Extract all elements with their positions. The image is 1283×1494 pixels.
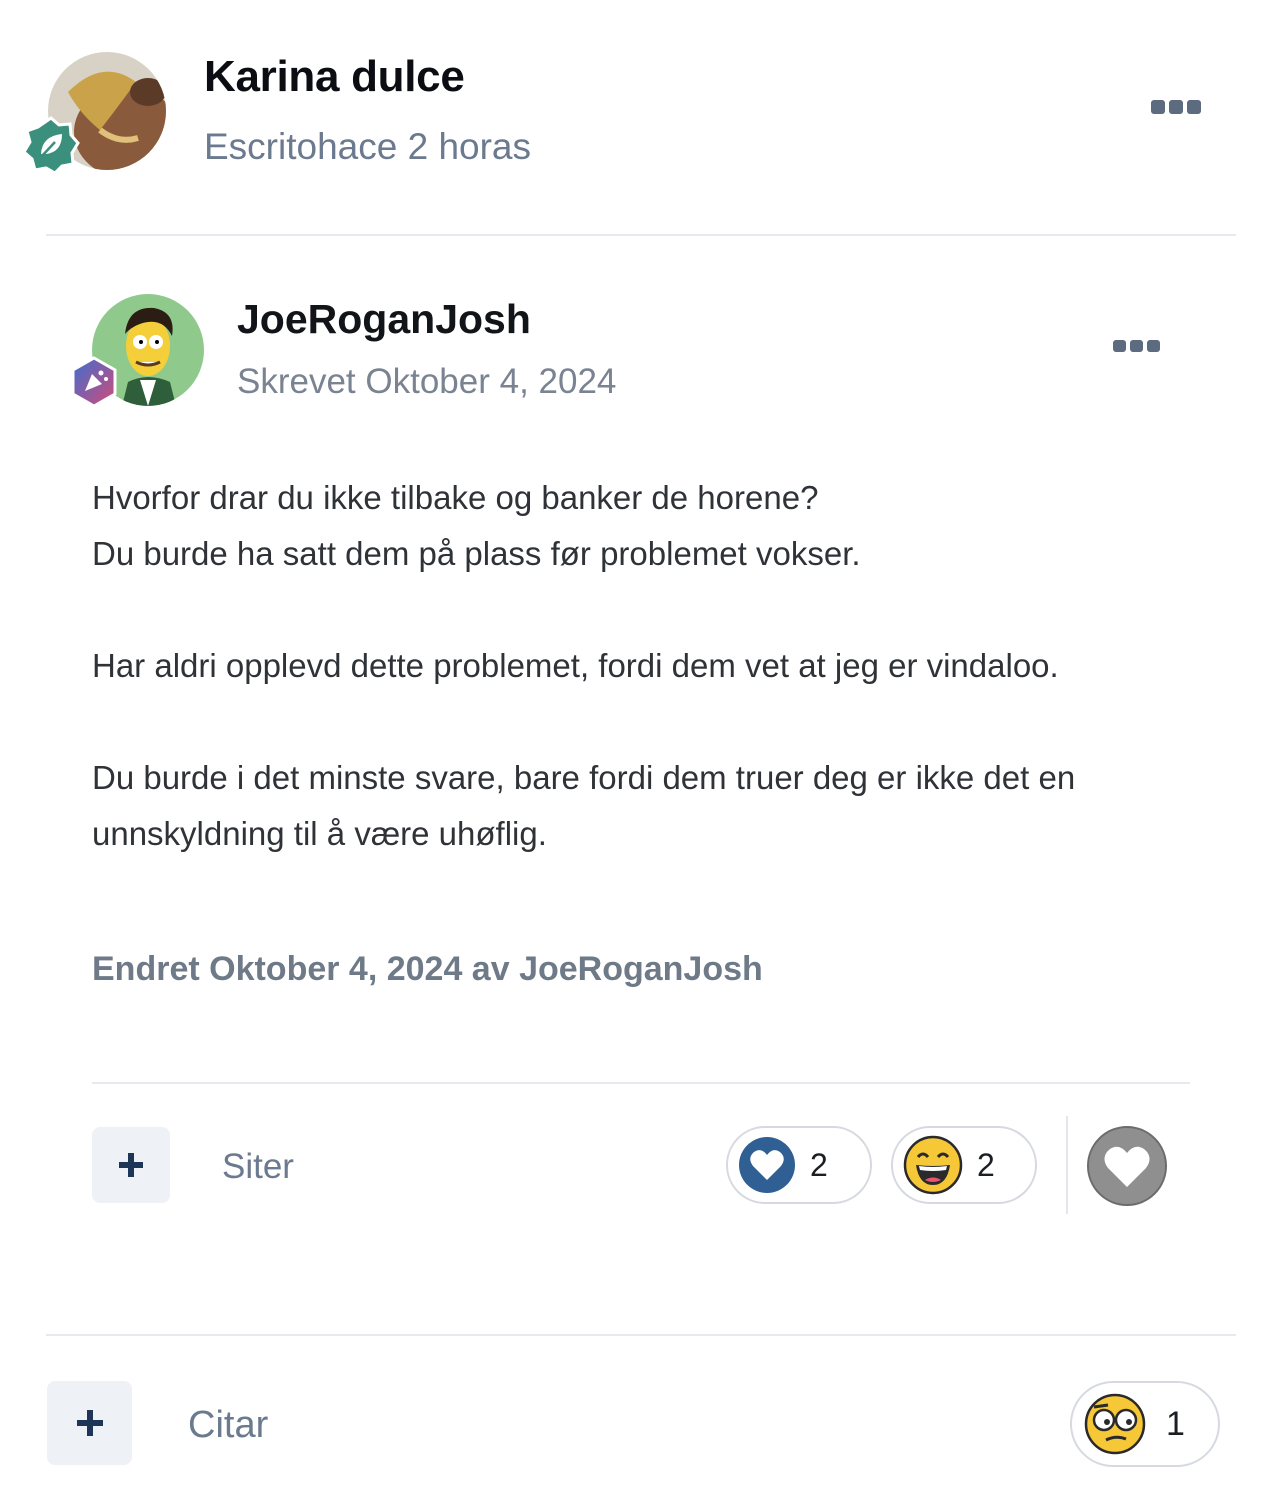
inner-post-body: Hvorfor drar du ikke tilbake og banker d… (92, 470, 1202, 862)
laughing-emoji-icon (903, 1135, 963, 1195)
post-paragraph: Har aldri opplevd dette problemet, fordi… (92, 647, 1059, 684)
member-rank-badge-icon (22, 116, 80, 175)
react-heart-button[interactable] (1086, 1125, 1168, 1207)
inner-rank-badge-icon (68, 356, 120, 408)
post-paragraph: Hvorfor drar du ikke tilbake og banker d… (92, 479, 861, 572)
reaction-heart-pill[interactable]: 2 (726, 1126, 872, 1204)
inner-post-timestamp: Skrevet Oktober 4, 2024 (237, 362, 617, 401)
outer-multiquote-button[interactable] (47, 1381, 132, 1465)
reaction-separator (1066, 1116, 1068, 1214)
thinking-emoji-icon (1084, 1393, 1146, 1455)
plus-icon (76, 1410, 103, 1436)
outer-quote-button[interactable]: Citar (188, 1404, 268, 1447)
reaction-heart-count: 2 (810, 1146, 828, 1183)
reaction-thinking-pill[interactable]: 1 (1070, 1381, 1220, 1467)
inner-more-options-icon[interactable] (1113, 340, 1160, 352)
reaction-laugh-count: 2 (977, 1146, 995, 1183)
edited-notice: Endret Oktober 4, 2024 av JoeRoganJosh (92, 950, 763, 988)
outer-more-options-icon[interactable] (1151, 100, 1201, 114)
post-paragraph: Du burde i det minste svare, bare fordi … (92, 759, 1076, 852)
outer-header-divider (46, 234, 1236, 236)
inner-multiquote-button[interactable] (92, 1127, 170, 1203)
reaction-laugh-pill[interactable]: 2 (891, 1126, 1037, 1204)
inner-quote-button[interactable]: Siter (222, 1147, 294, 1187)
outer-footer-divider (46, 1334, 1236, 1336)
outer-author-name[interactable]: Karina dulce (204, 52, 465, 102)
inner-footer-divider (92, 1082, 1190, 1084)
inner-author-name[interactable]: JoeRoganJosh (237, 296, 531, 343)
outer-post-timestamp: Escritohace 2 horas (204, 126, 532, 167)
heart-icon (1087, 1126, 1167, 1206)
heart-icon (739, 1137, 795, 1193)
plus-icon (119, 1153, 143, 1177)
reaction-thinking-count: 1 (1166, 1404, 1185, 1443)
